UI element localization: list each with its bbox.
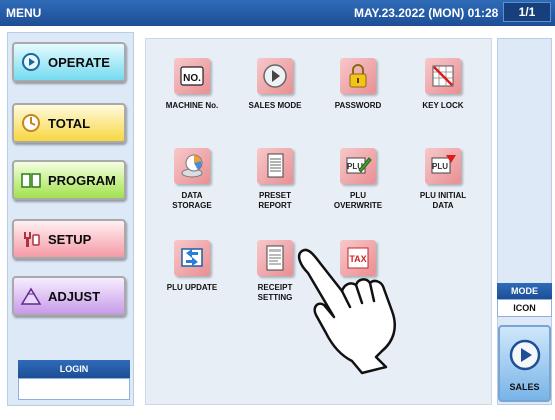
play-circle-icon [22,53,40,71]
receipt-setting-icon [257,240,293,276]
adjust-label: ADJUST [48,289,101,304]
screen-title: MENU [6,6,42,20]
program-button[interactable]: PROGRAM [12,160,126,200]
key-lock-item[interactable]: KEY LOCK [403,58,483,138]
setup-button[interactable]: SETUP [12,219,126,259]
login-label: LOGIN [18,360,130,378]
sales-button[interactable]: SALES [498,325,551,402]
data-storage-label: DATA STORAGE [172,191,212,210]
plu-update-label: PLU UPDATE [166,283,218,292]
preset-report-icon [257,148,293,184]
total-button[interactable]: TOTAL [12,103,126,143]
login-field[interactable] [18,378,130,400]
preset-report-label: PRESET REPORT [258,191,292,210]
operate-button[interactable]: OPERATE [12,42,126,82]
mode-value[interactable]: ICON [497,299,552,317]
scale-icon [20,287,42,305]
data-storage-item[interactable]: DATA STORAGE [152,148,232,228]
plu-initial-data-item[interactable]: PLU PLU INITIAL DATA [403,148,483,228]
sales-mode-item[interactable]: SALES MODE [235,58,315,138]
plu-overwrite-label: PLU OVERWRITE [333,191,383,210]
top-bar: MENU MAY.23.2022 (MON) 01:28 1/1 [0,0,555,26]
sales-label: SALES [509,382,540,392]
key-lock-label: KEY LOCK [422,101,464,110]
machine-number-item[interactable]: NO. MACHINE No. [152,58,232,138]
machine-number-icon: NO. [174,58,210,94]
adjust-button[interactable]: ADJUST [12,276,126,316]
padlock-icon [340,58,376,94]
plu-overwrite-item[interactable]: PLU PLU OVERWRITE [318,148,398,228]
clock-icon [22,114,40,132]
date-time: MAY.23.2022 (MON) 01:28 [354,6,499,20]
pointing-hand-icon [297,248,396,375]
sales-mode-icon [257,58,293,94]
plu-initial-data-icon: PLU [425,148,461,184]
password-item[interactable]: PASSWORD [318,58,398,138]
key-lock-icon [425,58,461,94]
plu-overwrite-icon: PLU [340,148,376,184]
program-label: PROGRAM [48,173,116,188]
book-icon [21,173,41,188]
svg-text:PLU: PLU [432,162,448,171]
data-storage-icon [174,148,210,184]
wrench-icon [24,232,40,247]
operate-label: OPERATE [48,55,110,70]
preset-report-item[interactable]: PRESET REPORT [235,148,315,228]
plu-initial-data-label: PLU INITIAL DATA [419,191,467,210]
play-circle-icon [509,339,541,371]
page-indicator: 1/1 [503,2,551,22]
total-label: TOTAL [48,116,91,131]
password-label: PASSWORD [334,101,382,110]
svg-text:NO.: NO. [183,73,201,84]
setup-label: SETUP [48,232,92,247]
machine-number-label: MACHINE No. [165,101,219,110]
sales-mode-label: SALES MODE [248,101,302,110]
plu-update-item[interactable]: PLU UPDATE [152,240,232,320]
mode-label: MODE [497,283,552,299]
plu-update-icon [174,240,210,276]
